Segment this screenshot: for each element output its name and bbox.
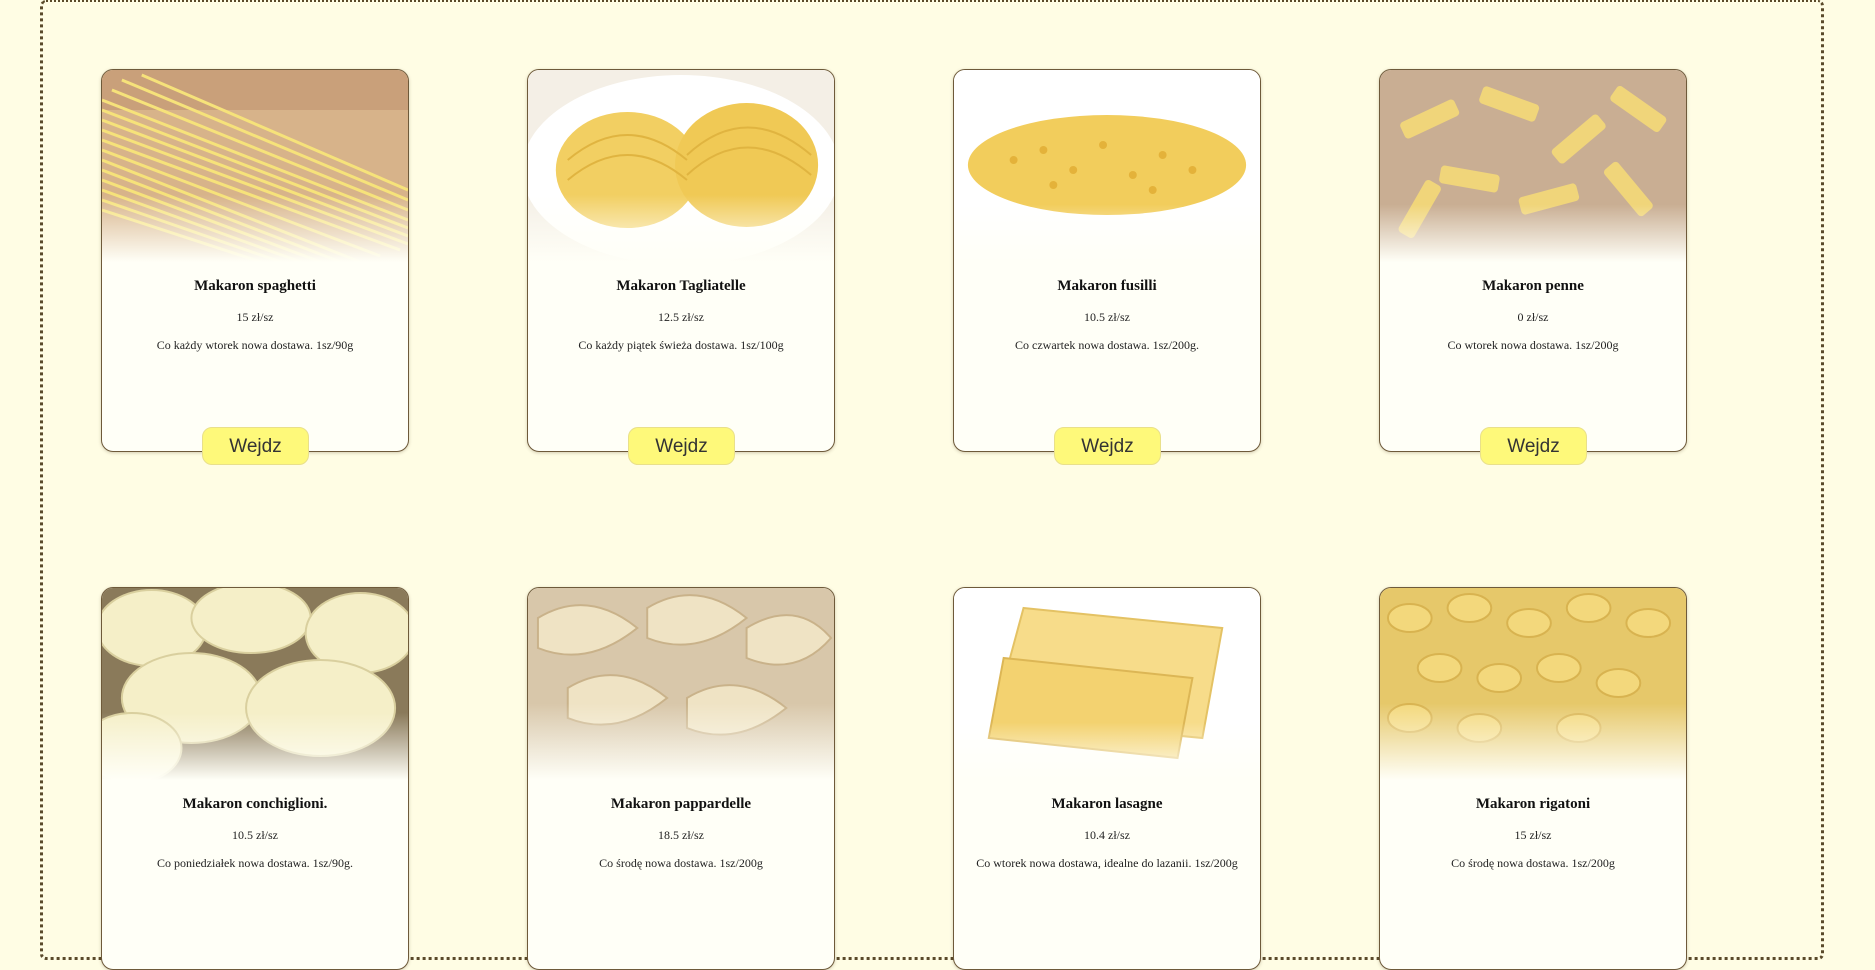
product-price: 0 zł/sz xyxy=(1517,310,1549,324)
product-description: Co wtorek nowa dostawa. 1sz/200g xyxy=(1447,338,1619,352)
product-description: Co wtorek nowa dostawa, idealne do lazan… xyxy=(976,856,1238,870)
product-description: Co każdy piątek świeża dostawa. 1sz/100g xyxy=(578,338,784,352)
product-card: Makaron rigatoni 15 zł/sz Co środę nowa … xyxy=(1379,587,1687,970)
product-title: Makaron conchiglioni. xyxy=(182,796,328,812)
enter-button[interactable]: Wejdz xyxy=(628,427,735,465)
enter-button[interactable]: Wejdz xyxy=(202,427,309,465)
product-title: Makaron Tagliatelle xyxy=(616,278,746,294)
product-title: Makaron pappardelle xyxy=(610,796,752,812)
product-price: 12.5 zł/sz xyxy=(658,310,704,324)
product-card: Makaron pappardelle 18.5 zł/sz Co środę … xyxy=(527,587,835,970)
tagliatelle-image xyxy=(528,70,834,262)
product-title: Makaron lasagne xyxy=(1051,796,1163,812)
product-description: Co środę nowa dostawa. 1sz/200g xyxy=(1451,856,1615,870)
spaghetti-image xyxy=(102,70,408,262)
product-price: 15 zł/sz xyxy=(1514,828,1552,842)
product-description: Co poniedziałek nowa dostawa. 1sz/90g. xyxy=(157,856,353,870)
product-card: Makaron lasagne 10.4 zł/sz Co wtorek now… xyxy=(953,587,1261,970)
product-description: Co środę nowa dostawa. 1sz/200g xyxy=(599,856,763,870)
conchiglioni-image xyxy=(102,588,408,780)
product-price: 10.5 zł/sz xyxy=(232,828,278,842)
penne-image xyxy=(1380,70,1686,262)
pappardelle-image xyxy=(528,588,834,780)
product-price: 15 zł/sz xyxy=(236,310,274,324)
product-description: Co czwartek nowa dostawa. 1sz/200g. xyxy=(1015,338,1199,352)
product-card: Makaron spaghetti 15 zł/sz Co każdy wtor… xyxy=(101,69,409,465)
product-price: 18.5 zł/sz xyxy=(658,828,704,842)
product-title: Makaron fusilli xyxy=(1057,278,1157,294)
product-card: Makaron Tagliatelle 12.5 zł/sz Co każdy … xyxy=(527,69,835,465)
product-card: Makaron penne 0 zł/sz Co wtorek nowa dos… xyxy=(1379,69,1687,465)
lasagne-image xyxy=(954,588,1260,780)
enter-button[interactable]: Wejdz xyxy=(1480,427,1587,465)
product-card: Makaron fusilli 10.5 zł/sz Co czwartek n… xyxy=(953,69,1261,465)
product-title: Makaron rigatoni xyxy=(1475,796,1591,812)
product-title: Makaron spaghetti xyxy=(194,278,316,294)
product-title: Makaron penne xyxy=(1482,278,1584,294)
product-price: 10.4 zł/sz xyxy=(1084,828,1130,842)
rigatoni-image xyxy=(1380,588,1686,780)
product-price: 10.5 zł/sz xyxy=(1084,310,1130,324)
product-card: Makaron conchiglioni. 10.5 zł/sz Co poni… xyxy=(101,587,409,970)
fusilli-image xyxy=(954,70,1260,262)
product-description: Co każdy wtorek nowa dostawa. 1sz/90g xyxy=(156,338,354,352)
enter-button[interactable]: Wejdz xyxy=(1054,427,1161,465)
